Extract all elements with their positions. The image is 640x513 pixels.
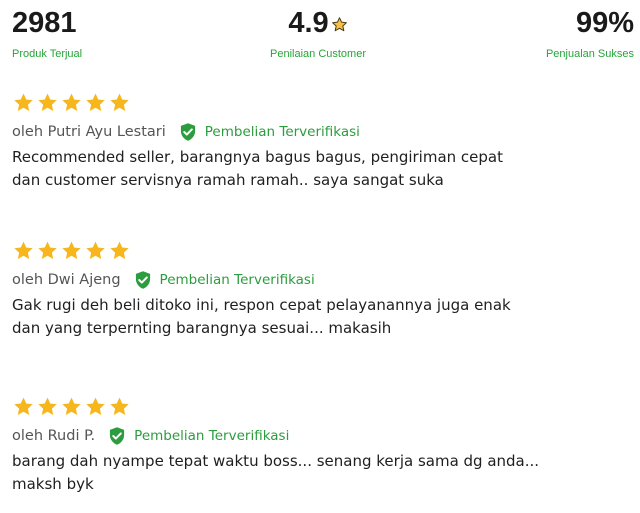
star-icon <box>110 241 129 259</box>
review-meta: oleh Dwi Ajeng Pembelian Terverifikasi <box>12 268 632 292</box>
review-text-line: maksh byk <box>12 475 94 493</box>
rating-stars <box>12 396 632 420</box>
stat-success-rate: 99% Penjualan Sukses <box>546 6 634 60</box>
star-icon <box>14 397 33 415</box>
star-icon <box>86 397 105 415</box>
review-text-line: barang dah nyampe tepat waktu boss... se… <box>12 452 540 470</box>
stat-products-sold: 2981 Produk Terjual <box>12 6 82 60</box>
verified-check-icon <box>135 271 150 289</box>
stat-value: 4.9 <box>288 7 329 39</box>
stat-label: Produk Terjual <box>12 48 83 60</box>
stat-label: Penilaian Customer <box>270 48 366 60</box>
stats-bar: 2981 Produk Terjual 4.9 Penilaian Custom… <box>0 0 640 70</box>
stat-value: 99% <box>575 7 634 39</box>
star-icon <box>110 93 129 111</box>
review-text: Gak rugi deh beli ditoko ini, respon cep… <box>12 294 632 340</box>
reviewer-name: oleh Dwi Ajeng <box>12 272 121 288</box>
rating-stars <box>12 92 632 116</box>
stat-value: 2981 <box>12 7 77 39</box>
star-icon <box>86 93 105 111</box>
star-icon <box>14 93 33 111</box>
star-icon <box>38 241 57 259</box>
stat-label: Penjualan Sukses <box>545 48 634 60</box>
star-icon <box>38 93 57 111</box>
star-icon <box>62 93 81 111</box>
verified-badge-label: Pembelian Terverifikasi <box>204 124 360 140</box>
verified-check-icon <box>180 123 195 141</box>
star-icon <box>86 241 105 259</box>
star-icon <box>110 397 129 415</box>
verified-badge-label: Pembelian Terverifikasi <box>134 428 290 444</box>
star-icon <box>38 397 57 415</box>
reviewer-name: oleh Rudi P. <box>12 428 96 444</box>
stat-value-row: 4.9 <box>262 6 374 40</box>
stat-customer-rating: 4.9 Penilaian Customer <box>262 6 374 60</box>
review-item: oleh Putri Ayu Lestari Pembelian Terveri… <box>12 92 632 192</box>
verified-badge-label: Pembelian Terverifikasi <box>159 272 315 288</box>
review-meta: oleh Rudi P. Pembelian Terverifikasi <box>12 424 632 448</box>
review-meta: oleh Putri Ayu Lestari Pembelian Terveri… <box>12 120 632 144</box>
review-text: barang dah nyampe tepat waktu boss... se… <box>12 450 632 496</box>
review-text-line: dan customer servisnya ramah ramah.. say… <box>12 171 444 189</box>
reviewer-name: oleh Putri Ayu Lestari <box>12 124 166 140</box>
star-icon <box>62 241 81 259</box>
review-text-line: Recommended seller, barangnya bagus bagu… <box>12 148 504 166</box>
verified-check-icon <box>110 427 125 445</box>
review-item: oleh Rudi P. Pembelian Terverifikasi bar… <box>12 396 632 496</box>
review-item: oleh Dwi Ajeng Pembelian Terverifikasi G… <box>12 240 632 340</box>
star-icon <box>62 397 81 415</box>
rating-stars <box>12 240 632 264</box>
review-text-line: Gak rugi deh beli ditoko ini, respon cep… <box>12 296 511 314</box>
review-text-line: dan yang terpernting barangnya sesuai...… <box>12 319 392 337</box>
star-outline-icon <box>331 17 347 32</box>
review-text: Recommended seller, barangnya bagus bagu… <box>12 146 632 192</box>
star-icon <box>14 241 33 259</box>
